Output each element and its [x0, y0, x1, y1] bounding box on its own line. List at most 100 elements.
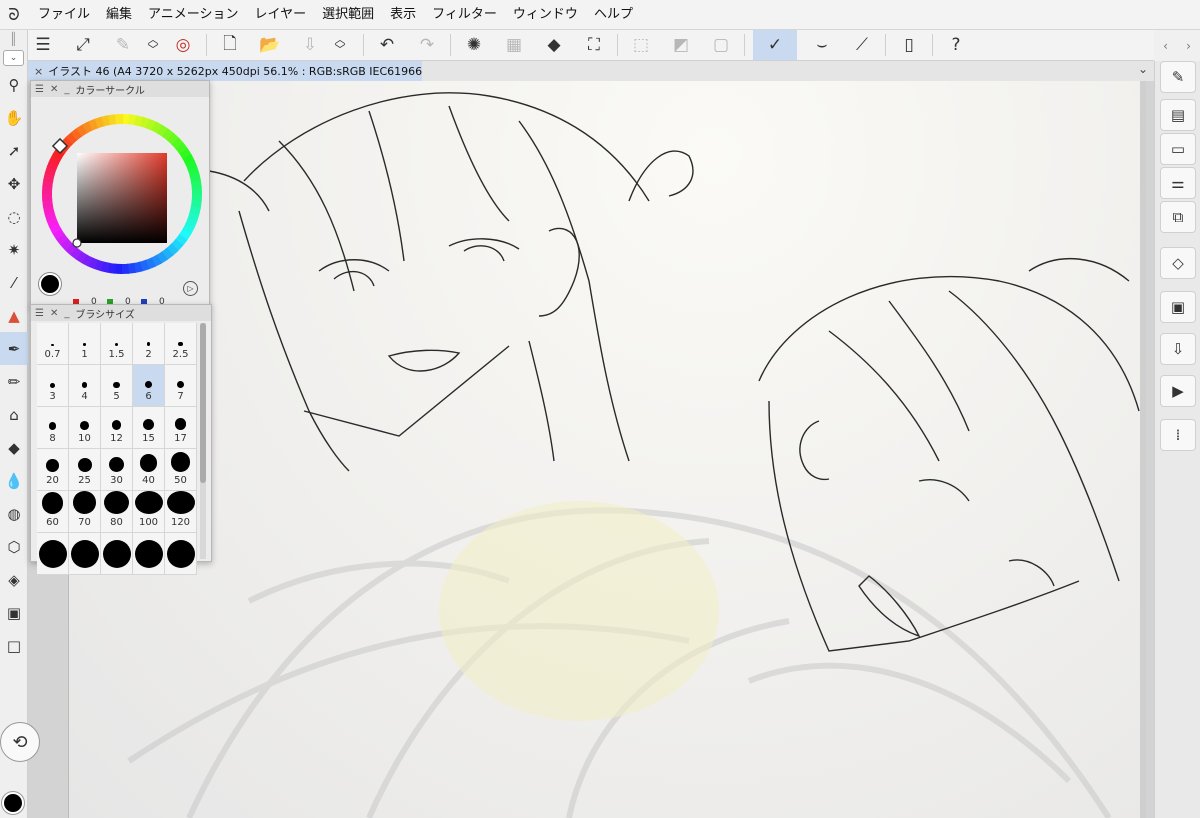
invert-selection-icon[interactable]: ◩ [666, 30, 696, 60]
clear-icon[interactable]: ✺ [459, 30, 489, 60]
brush-size-cell[interactable]: 40 [133, 449, 165, 491]
illustration-canvas[interactable] [68, 81, 1143, 818]
close-icon[interactable]: ✕ [50, 84, 58, 95]
blend-icon[interactable]: 💧 [0, 464, 28, 497]
brush-size-cell[interactable]: 30 [101, 449, 133, 491]
help-icon[interactable]: ? [941, 30, 971, 60]
figure-icon[interactable]: ⬡ [0, 530, 28, 563]
app-logo-icon[interactable]: ᘐ [0, 0, 28, 30]
menu-filter[interactable]: フィルター [424, 0, 505, 30]
brush-size-cell[interactable]: 3 [37, 365, 69, 407]
tool-dropdown[interactable]: ⌄ [3, 50, 24, 66]
layer-icon[interactable]: ◇ [1160, 247, 1196, 279]
menu-icon[interactable]: ☰ [28, 30, 58, 60]
brush-size-cell[interactable]: 8 [37, 407, 69, 449]
drop-icon[interactable]: ◍ [0, 497, 28, 530]
minimize-icon[interactable]: _ [64, 84, 69, 95]
material-icon[interactable]: ⧉ [1160, 201, 1196, 233]
brush-size-cell[interactable]: 1 [69, 323, 101, 365]
current-color-swatch[interactable] [39, 273, 61, 295]
companion-icon[interactable]: ◎ [168, 30, 198, 60]
brush-size-cell[interactable]: 80 [101, 491, 133, 533]
save-arrows-icon[interactable]: ︿ ﹀ [325, 30, 355, 60]
brush-size-cell[interactable]: 17 [165, 407, 197, 449]
fill-icon[interactable]: ◈ [0, 563, 28, 596]
document-tab[interactable]: × イラスト 46 (A4 3720 x 5262px 450dpi 56.1%… [28, 61, 422, 81]
brush-size-cell[interactable] [37, 533, 69, 575]
selection-border-icon[interactable]: ▢ [706, 30, 736, 60]
chevron-left-icon[interactable]: ‹ [1163, 39, 1168, 53]
brush-size-cell[interactable]: 12 [101, 407, 133, 449]
brush-size-cell[interactable]: 6 [133, 365, 165, 407]
animation-icon[interactable]: ▶ [1160, 375, 1196, 407]
brush-size-cell[interactable]: 50 [165, 449, 197, 491]
menu-selection[interactable]: 選択範囲 [314, 0, 382, 30]
open-icon[interactable]: 📂 [255, 30, 285, 60]
object-icon[interactable]: ➚ [0, 134, 28, 167]
menu-layer[interactable]: レイヤー [247, 0, 315, 30]
undo-redo-stepper-icon[interactable]: ︿ ﹀ [138, 30, 168, 60]
fill-icon[interactable]: ◆ [539, 30, 569, 60]
canvas-scrollbar[interactable] [1140, 81, 1146, 818]
brush-size-cell[interactable]: 70 [69, 491, 101, 533]
layer-property-icon[interactable]: ✎ [108, 30, 138, 60]
sub-tool-icon[interactable]: ▤ [1160, 99, 1196, 131]
brush-size-cell[interactable]: 5 [101, 365, 133, 407]
chevron-down-icon[interactable]: ⌄ [1138, 62, 1148, 76]
brush-size-scrollbar[interactable] [200, 323, 206, 559]
brush-size-cell[interactable]: 100 [133, 491, 165, 533]
brush-size-cell[interactable]: 4 [69, 365, 101, 407]
zoom-icon[interactable]: ⚲ [0, 68, 28, 101]
color-handle[interactable] [72, 238, 82, 248]
crop-icon[interactable]: ⛶ [579, 30, 609, 60]
eraser-icon[interactable]: ◆ [0, 431, 28, 464]
menu-window[interactable]: ウィンドウ [505, 0, 586, 30]
import-icon[interactable]: ⇩ [1160, 333, 1196, 365]
menu-animation[interactable]: アニメーション [140, 0, 246, 30]
chevron-right-icon[interactable]: › [1186, 39, 1191, 53]
smartphone-icon[interactable]: ▯ [894, 30, 924, 60]
layer-property-icon[interactable]: ⚌ [1160, 167, 1196, 199]
brush-size-cell[interactable] [69, 533, 101, 575]
brush-size-cell[interactable]: 7 [165, 365, 197, 407]
deselect-icon[interactable]: ⬚ [626, 30, 656, 60]
main-color-swatch[interactable] [2, 792, 24, 814]
brush-size-cell[interactable]: 10 [69, 407, 101, 449]
undo-icon[interactable]: ↶ [372, 30, 402, 60]
lasso-icon[interactable]: ◌ [0, 200, 28, 233]
brush-size-cell[interactable]: 25 [69, 449, 101, 491]
brush-size-cell[interactable]: 15 [133, 407, 165, 449]
brush-size-cell[interactable]: 2 [133, 323, 165, 365]
save-icon[interactable]: ⇩ [295, 30, 325, 60]
rotate-canvas-icon[interactable]: ⟲ [0, 722, 40, 762]
brush-size-cell[interactable] [165, 533, 197, 575]
tool-property-icon[interactable]: ▲ [0, 299, 28, 332]
brush-size-cell[interactable]: 20 [37, 449, 69, 491]
text-icon[interactable]: □ [0, 629, 28, 662]
menu-view[interactable]: 表示 [382, 0, 424, 30]
menu-file[interactable]: ファイル [28, 0, 98, 30]
navigator-icon[interactable]: ▭ [1160, 133, 1196, 165]
grip-icon[interactable]: ║ [0, 30, 27, 48]
move-icon[interactable]: ✥ [0, 167, 28, 200]
palette-header[interactable]: ☰ ✕ _ ブラシサイズ [31, 305, 211, 321]
menu-edit[interactable]: 編集 [98, 0, 140, 30]
brush-size-cell[interactable]: 1.5 [101, 323, 133, 365]
brush-icon[interactable]: ⌂ [0, 398, 28, 431]
brush-size-cell[interactable]: 60 [37, 491, 69, 533]
transform-icon[interactable]: ⤢ [68, 30, 98, 60]
new-canvas-icon[interactable]: 🗋 [215, 30, 245, 60]
ruler-pen-icon[interactable]: ⟋ [847, 30, 877, 60]
close-icon[interactable]: ✕ [50, 308, 58, 319]
brush-size-cell[interactable]: 2.5 [165, 323, 197, 365]
redo-icon[interactable]: ↷ [412, 30, 442, 60]
grip-icon[interactable]: ☰ [35, 308, 44, 319]
timeline-icon[interactable]: ⁞ [1160, 419, 1196, 451]
color-wheel[interactable] [37, 109, 207, 279]
grip-icon[interactable]: ☰ [35, 84, 44, 95]
pencil-icon[interactable]: ✏ [0, 365, 28, 398]
brush-size-cell[interactable]: 0.7 [37, 323, 69, 365]
hand-icon[interactable]: ✋ [0, 101, 28, 134]
fill-area-icon[interactable]: ▦ [499, 30, 529, 60]
close-icon[interactable]: × [34, 65, 43, 78]
